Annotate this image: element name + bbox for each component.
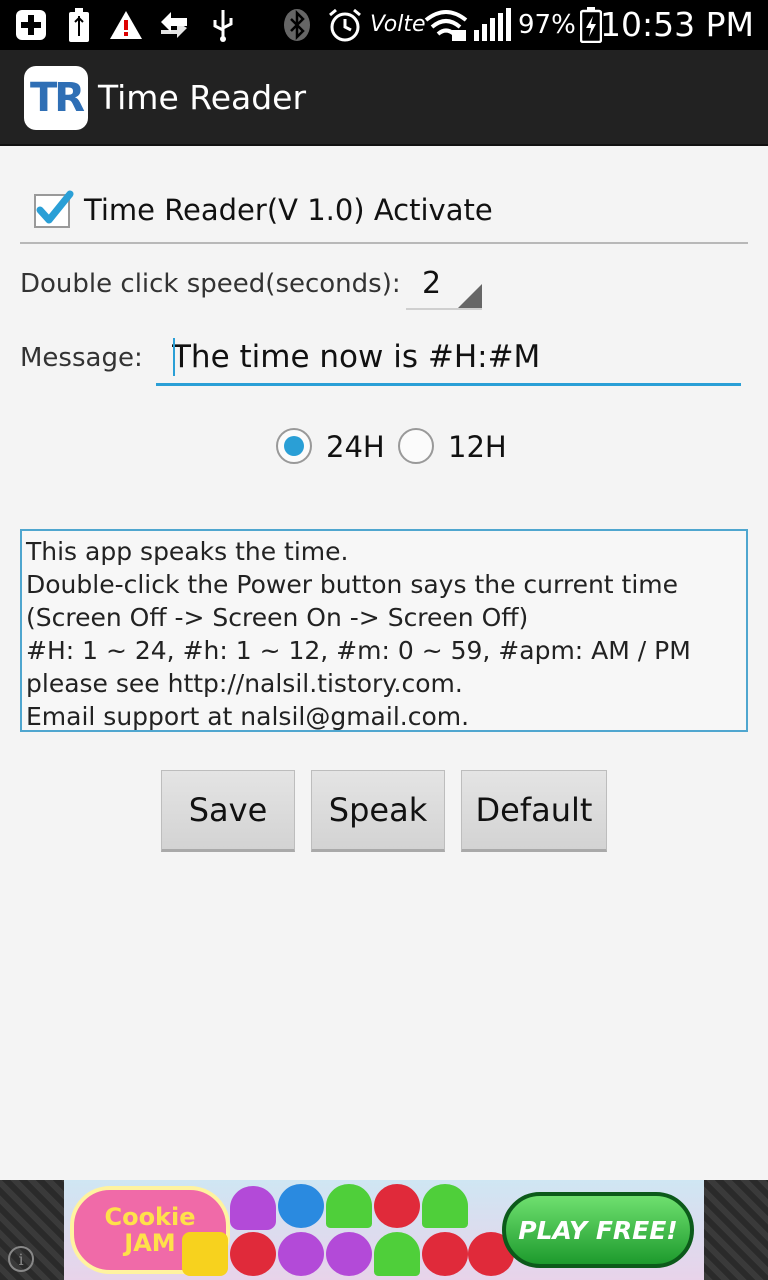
bluetooth-icon xyxy=(282,8,312,42)
spinner-underline xyxy=(406,308,482,310)
volte-label: Volte xyxy=(370,12,426,37)
activate-checkbox[interactable] xyxy=(34,190,74,228)
ad-banner[interactable]: Cookie JAM PLAY FREE! xyxy=(0,1180,768,1280)
speed-value: 2 xyxy=(422,266,442,301)
data-transfer-icon xyxy=(156,8,192,42)
info-line: Double-click the Power button says the c… xyxy=(26,570,679,599)
radio-24h-label[interactable]: 24H xyxy=(326,426,385,468)
info-line: please see http://nalsil.tistory.com. xyxy=(26,669,463,698)
clock-time: 10:53 PM xyxy=(600,5,754,44)
info-box: This app speaks the time. Double-click t… xyxy=(20,529,748,732)
signal-icon xyxy=(472,8,512,42)
radio-12h-label[interactable]: 12H xyxy=(448,426,507,468)
message-label: Message: xyxy=(20,343,143,373)
candy-icon xyxy=(278,1184,324,1228)
ad-play-button[interactable]: PLAY FREE! xyxy=(502,1192,694,1268)
usb-battery-icon xyxy=(64,8,94,42)
radio-24h[interactable] xyxy=(276,428,312,464)
candy-icon xyxy=(182,1232,228,1276)
status-bar: Volte 97% 10:53 PM xyxy=(0,0,768,50)
info-line: #H: 1 ~ 24, #h: 1 ~ 12, #m: 0 ~ 59, #apm… xyxy=(26,636,691,665)
wifi-icon xyxy=(424,8,468,42)
candy-icon xyxy=(326,1232,372,1276)
candy-icon xyxy=(422,1184,468,1228)
speed-spinner[interactable]: 2 xyxy=(406,260,482,312)
spinner-arrow-icon xyxy=(458,284,482,308)
save-button[interactable]: Save xyxy=(161,770,295,852)
candy-icon xyxy=(422,1232,468,1276)
activate-row[interactable]: Time Reader(V 1.0) Activate xyxy=(20,176,748,244)
checkmark-icon xyxy=(36,190,74,224)
candy-icon xyxy=(230,1232,276,1276)
info-line: Email support at nalsil@gmail.com. xyxy=(26,702,470,731)
text-caret xyxy=(173,338,175,376)
usb-icon xyxy=(208,8,238,42)
warning-icon xyxy=(108,8,144,42)
default-button[interactable]: Default xyxy=(461,770,607,852)
radio-12h[interactable] xyxy=(398,428,434,464)
ad-info-icon[interactable]: i xyxy=(8,1246,34,1272)
speed-label: Double click speed(seconds): xyxy=(20,269,401,299)
candy-icon xyxy=(326,1184,372,1228)
candy-icon xyxy=(278,1232,324,1276)
info-line: This app speaks the time. xyxy=(26,537,349,566)
add-icon xyxy=(12,8,50,42)
radio-selected-dot xyxy=(284,436,304,456)
candy-icon xyxy=(374,1232,420,1276)
app-logo: TR xyxy=(24,66,88,130)
app-title: Time Reader xyxy=(98,78,307,117)
app-bar: TR Time Reader xyxy=(0,50,768,146)
info-line: (Screen Off -> Screen On -> Screen Off) xyxy=(26,603,529,632)
activate-label: Time Reader(V 1.0) Activate xyxy=(84,193,493,227)
alarm-icon xyxy=(326,8,364,42)
message-input[interactable] xyxy=(156,330,741,386)
battery-percent: 97% xyxy=(518,10,576,40)
candy-icon xyxy=(230,1186,276,1230)
ad-creative[interactable]: Cookie JAM PLAY FREE! xyxy=(64,1180,704,1280)
speak-button[interactable]: Speak xyxy=(311,770,445,852)
candy-icon xyxy=(374,1184,420,1228)
app-logo-text: TR xyxy=(29,75,85,121)
